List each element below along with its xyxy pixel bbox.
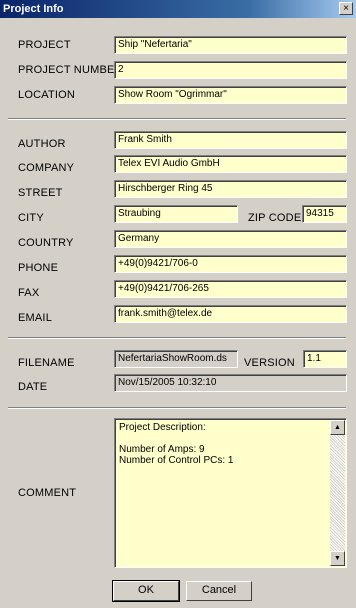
comment-text[interactable]: Project Description: Number of Amps: 9 N… — [119, 422, 328, 466]
version-label: VERSION — [244, 357, 295, 369]
version-field[interactable]: 1.1 — [303, 350, 347, 368]
separator-3 — [8, 407, 346, 409]
location-field[interactable]: Show Room "Ogrimmar" — [114, 86, 347, 104]
fax-field[interactable]: +49(0)9421/706-265 — [114, 280, 347, 298]
arrow-up-icon: ▲ — [334, 424, 341, 431]
date-label: DATE — [18, 381, 48, 393]
comment-scrollbar[interactable]: ▲ ▼ — [330, 420, 345, 566]
country-field[interactable]: Germany — [114, 230, 347, 248]
scroll-up-button[interactable]: ▲ — [330, 420, 345, 435]
company-label: COMPANY — [18, 162, 75, 174]
phone-label: PHONE — [18, 262, 59, 274]
scroll-down-button[interactable]: ▼ — [330, 551, 345, 566]
city-label: CITY — [18, 212, 44, 224]
author-label: AUTHOR — [18, 138, 66, 150]
ok-button[interactable]: OK — [112, 580, 180, 602]
project-field[interactable]: Ship "Nefertaria" — [114, 36, 347, 54]
filename-field: NefertariaShowRoom.ds — [114, 350, 238, 368]
company-field[interactable]: Telex EVI Audio GmbH — [114, 155, 347, 173]
email-field[interactable]: frank.smith@telex.de — [114, 305, 347, 323]
close-icon: × — [343, 3, 349, 14]
country-label: COUNTRY — [18, 237, 74, 249]
project-number-label: PROJECT NUMBER — [18, 64, 123, 76]
comment-label: COMMENT — [18, 487, 77, 499]
location-label: LOCATION — [18, 89, 76, 101]
separator-1 — [8, 118, 346, 120]
arrow-down-icon: ▼ — [334, 555, 341, 562]
email-label: EMAIL — [18, 312, 53, 324]
window-title: Project Info — [3, 3, 64, 15]
author-field[interactable]: Frank Smith — [114, 131, 347, 149]
phone-field[interactable]: +49(0)9421/706-0 — [114, 255, 347, 273]
filename-label: FILENAME — [18, 357, 75, 369]
street-field[interactable]: Hirschberger Ring 45 — [114, 180, 347, 198]
zip-code-label: ZIP CODE — [248, 212, 302, 224]
fax-label: FAX — [18, 287, 40, 299]
project-number-field[interactable]: 2 — [114, 61, 347, 79]
comment-textarea[interactable]: Project Description: Number of Amps: 9 N… — [114, 418, 347, 568]
close-button[interactable]: × — [339, 2, 353, 15]
project-label: PROJECT — [18, 39, 71, 51]
cancel-button[interactable]: Cancel — [186, 581, 252, 601]
date-field: Nov/15/2005 10:32:10 — [114, 374, 347, 392]
separator-2 — [8, 337, 346, 339]
city-field[interactable]: Straubing — [114, 205, 238, 223]
title-bar: Project Info × — [0, 0, 356, 18]
zip-code-field[interactable]: 94315 — [302, 205, 347, 223]
street-label: STREET — [18, 187, 63, 199]
